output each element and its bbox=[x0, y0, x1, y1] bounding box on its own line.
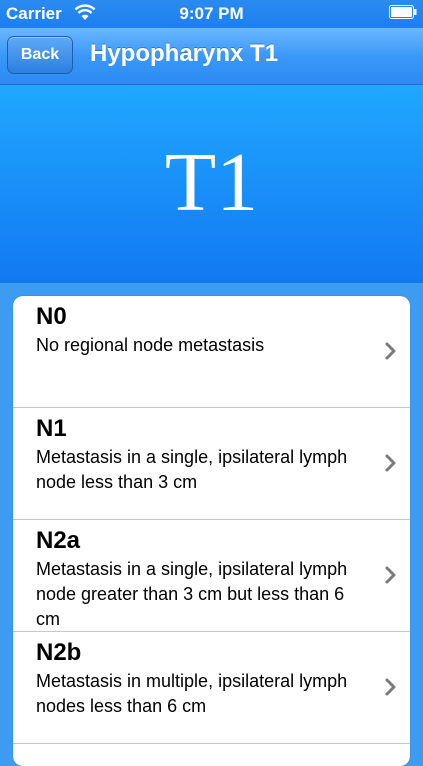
list-item-n1[interactable]: N1 Metastasis in a single, ipsilateral l… bbox=[13, 408, 410, 520]
list-item-n0[interactable]: N0 No regional node metastasis bbox=[13, 296, 410, 408]
node-description: No regional node metastasis bbox=[36, 335, 265, 355]
back-button[interactable]: Back bbox=[7, 36, 73, 74]
stage-banner: T1 bbox=[0, 85, 423, 283]
navigation-bar: Back Hypopharynx T1 bbox=[0, 28, 423, 85]
node-code: N1 bbox=[36, 415, 67, 442]
list-item-n2a[interactable]: N2a Metastasis in a single, ipsilateral … bbox=[13, 520, 410, 632]
chevron-right-icon bbox=[385, 566, 396, 584]
clock: 9:07 PM bbox=[179, 4, 244, 23]
node-description: Metastasis in a single, ipsilateral lymp… bbox=[36, 447, 348, 492]
node-code: N2a bbox=[36, 527, 81, 554]
node-code: N0 bbox=[36, 303, 67, 330]
node-code: N2b bbox=[36, 639, 82, 666]
page-title: Hypopharynx T1 bbox=[90, 40, 279, 67]
chevron-right-icon bbox=[385, 454, 396, 472]
node-description: Metastasis in multiple, ipsilateral lymp… bbox=[36, 671, 348, 716]
chevron-right-icon bbox=[385, 678, 396, 696]
chevron-right-icon bbox=[385, 342, 396, 360]
status-bar: Carrier 9:07 PM bbox=[0, 0, 423, 28]
stage-title: T1 bbox=[164, 136, 259, 229]
battery-icon bbox=[389, 5, 417, 19]
node-stage-list: N0 No regional node metastasis N1 Metast… bbox=[13, 296, 410, 766]
node-description: Metastasis in a single, ipsilateral lymp… bbox=[36, 559, 348, 629]
list-item-n2b[interactable]: N2b Metastasis in multiple, ipsilateral … bbox=[13, 632, 410, 744]
